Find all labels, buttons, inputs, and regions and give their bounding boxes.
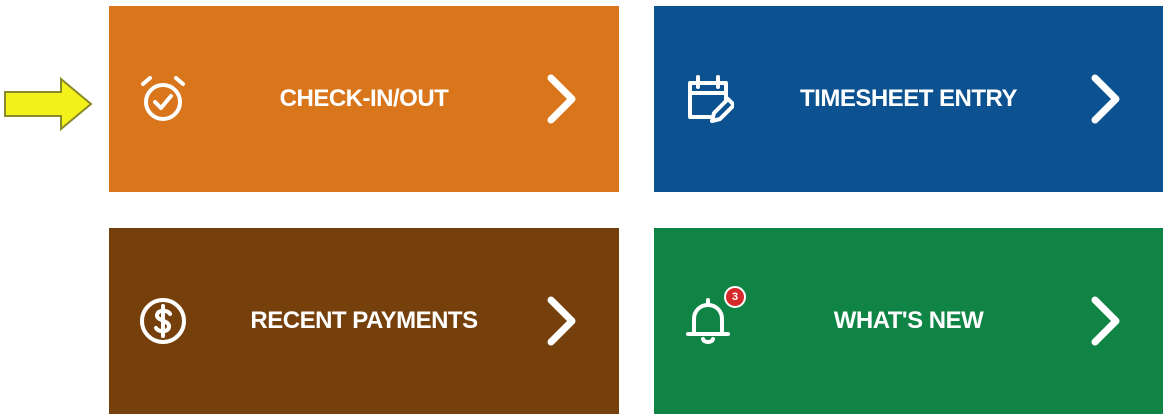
chevron-right-icon <box>1091 74 1120 124</box>
calendar-edit-icon <box>688 75 734 123</box>
check-in-out-tile[interactable]: CHECK-IN/OUT <box>109 6 619 192</box>
whats-new-label: WHAT'S NEW <box>833 307 984 334</box>
pointer-arrow-icon <box>4 76 93 132</box>
recent-payments-label: RECENT PAYMENTS <box>250 307 478 334</box>
chevron-right-icon <box>547 296 576 346</box>
timesheet-entry-label: TIMESHEET ENTRY <box>800 85 1017 112</box>
alarm-clock-check-icon <box>141 76 185 121</box>
timesheet-entry-tile[interactable]: TIMESHEET ENTRY <box>654 6 1163 192</box>
chevron-right-icon <box>1091 296 1120 346</box>
recent-payments-tile[interactable]: RECENT PAYMENTS <box>109 228 619 414</box>
whats-new-tile[interactable]: 3 WHAT'S NEW <box>654 228 1163 414</box>
dollar-circle-icon <box>140 298 186 344</box>
dashboard-tiles: CHECK-IN/OUT TIMESHEET ENTRY RECENT PAYM… <box>0 0 1165 418</box>
chevron-right-icon <box>547 74 576 124</box>
notification-badge: 3 <box>724 286 746 308</box>
check-in-out-label: CHECK-IN/OUT <box>279 85 449 112</box>
